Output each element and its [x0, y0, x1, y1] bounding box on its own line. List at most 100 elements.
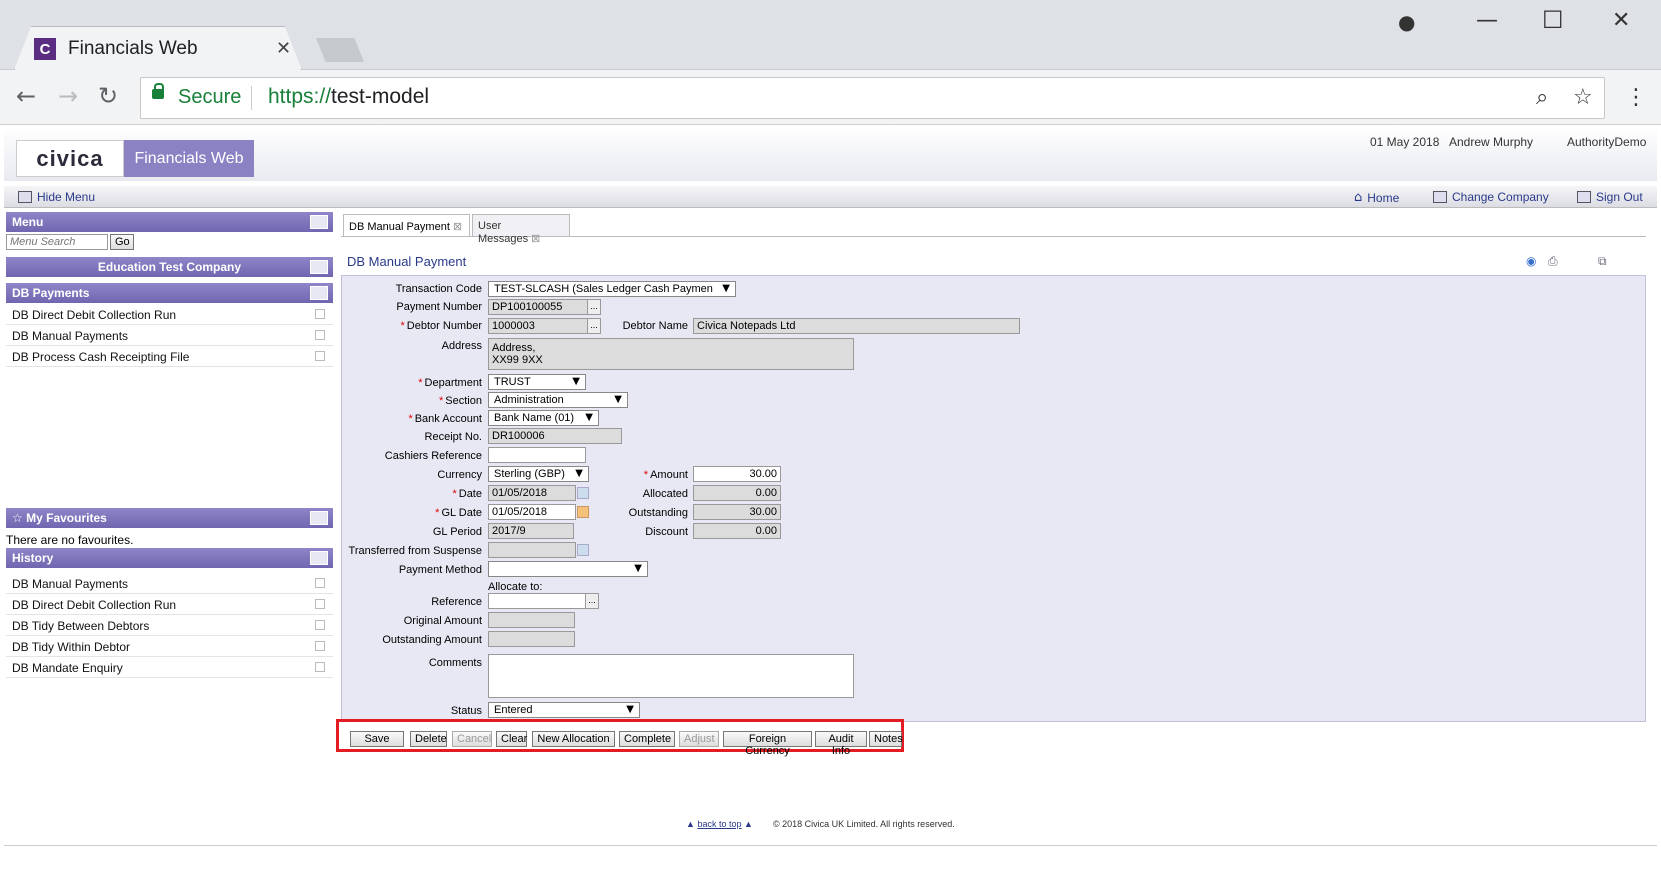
back-icon[interactable]: ←: [16, 82, 36, 110]
payment-method-select[interactable]: ▼: [488, 561, 648, 577]
change-company-link[interactable]: Change Company: [1433, 190, 1549, 204]
status-select[interactable]: Entered ▼: [488, 702, 640, 718]
open-external-icon[interactable]: [315, 599, 325, 609]
department-select[interactable]: TRUST ▼: [488, 374, 586, 390]
hide-menu-link[interactable]: Hide Menu: [18, 190, 95, 204]
date-field[interactable]: 01/05/2018: [488, 485, 576, 501]
calendar-icon[interactable]: [577, 544, 589, 556]
home-link[interactable]: ⌂ Home: [1354, 190, 1399, 205]
bank-account-select[interactable]: Bank Name (01) ▼: [488, 410, 599, 426]
gl-date-field[interactable]: 01/05/2018: [488, 504, 576, 520]
history-item[interactable]: DB Direct Debit Collection Run: [6, 594, 333, 615]
cancel-button[interactable]: Cancel: [452, 731, 492, 747]
save-button[interactable]: Save: [350, 731, 404, 747]
original-amount-label: Original Amount: [403, 615, 482, 627]
print-icon[interactable]: ⎙: [1548, 254, 1558, 269]
menu-item[interactable]: DB Manual Payments: [6, 325, 333, 346]
menu-item[interactable]: DB Direct Debit Collection Run: [6, 304, 333, 325]
outstanding-field[interactable]: 30.00: [693, 504, 781, 520]
history-collapse-icon[interactable]: [310, 551, 328, 565]
calendar-icon[interactable]: [577, 487, 589, 499]
sign-out-link[interactable]: Sign Out: [1577, 190, 1643, 204]
delete-button[interactable]: Delete: [410, 731, 447, 747]
allocated-field[interactable]: 0.00: [693, 485, 781, 501]
adjust-button[interactable]: Adjust: [679, 731, 719, 747]
open-external-icon[interactable]: [315, 641, 325, 651]
tab-db-manual-payment[interactable]: DB Manual Payment ⊠: [343, 214, 470, 236]
receipt-no-field[interactable]: DR100006: [488, 428, 622, 444]
currency-select[interactable]: Sterling (GBP) ▼: [488, 466, 589, 482]
menu-search-go-button[interactable]: Go: [110, 234, 134, 250]
help-icon[interactable]: ◉: [1526, 254, 1536, 268]
browser-menu-icon[interactable]: ⋮: [1625, 85, 1647, 110]
star-icon: ☆: [12, 511, 23, 525]
open-external-icon[interactable]: [315, 662, 325, 672]
zoom-icon[interactable]: ⌕: [1536, 85, 1548, 110]
section-select[interactable]: Administration ▼: [488, 392, 628, 408]
product-name: Financials Web: [124, 140, 254, 177]
dropdown-arrow-icon: ▼: [614, 394, 622, 405]
company-collapse-icon[interactable]: [310, 260, 328, 274]
bookmark-star-icon[interactable]: ☆: [1573, 85, 1593, 110]
menu-item[interactable]: DB Process Cash Receipting File: [6, 346, 333, 367]
payment-lookup-button[interactable]: ...: [587, 299, 601, 315]
amount-field[interactable]: 30.00: [693, 466, 781, 482]
complete-button[interactable]: Complete: [619, 731, 675, 747]
audit-info-button[interactable]: Audit Info: [815, 731, 867, 757]
back-to-top-link[interactable]: ▲ back to top ▲: [686, 819, 753, 829]
window-options-icon[interactable]: ⧉: [1598, 254, 1607, 269]
tab-close-icon[interactable]: ✕: [276, 38, 291, 59]
debtor-number-field[interactable]: 1000003: [488, 318, 588, 334]
reference-field[interactable]: [488, 593, 586, 609]
profile-icon[interactable]: ●: [1398, 10, 1415, 34]
close-tab-icon[interactable]: ⊠: [531, 233, 540, 245]
address-field[interactable]: Address, XX99 9XX: [488, 338, 854, 370]
new-allocation-button[interactable]: New Allocation: [532, 731, 615, 747]
reference-lookup-button[interactable]: ...: [585, 593, 599, 609]
building-icon: [1433, 191, 1447, 203]
debtor-name-label: Debtor Name: [622, 320, 688, 332]
open-external-icon[interactable]: [315, 309, 325, 319]
db-payments-title: DB Payments: [12, 286, 90, 300]
menu-search-input[interactable]: [6, 234, 108, 250]
payment-number-field[interactable]: DP100100055: [488, 299, 588, 315]
cashiers-reference-field[interactable]: [488, 447, 586, 463]
tab-user-messages[interactable]: User Messages ⊠: [472, 214, 570, 245]
url-text[interactable]: https://test-model: [268, 85, 429, 109]
notes-button[interactable]: Notes: [869, 731, 903, 747]
dropdown-arrow-icon: ▼: [585, 412, 593, 423]
foreign-currency-button[interactable]: Foreign Currency: [723, 731, 812, 757]
clear-button[interactable]: Clear: [496, 731, 527, 747]
open-external-icon[interactable]: [315, 351, 325, 361]
transaction-code-select[interactable]: TEST-SLCASH (Sales Ledger Cash Paymen ▼: [488, 281, 736, 297]
outstanding-amount-field[interactable]: [488, 631, 575, 647]
discount-field[interactable]: 0.00: [693, 523, 781, 539]
open-external-icon[interactable]: [315, 578, 325, 588]
original-amount-field[interactable]: [488, 612, 575, 628]
tab-title: Financials Web: [68, 38, 198, 59]
open-external-icon[interactable]: [315, 620, 325, 630]
minimize-icon[interactable]: —: [1476, 8, 1498, 33]
menu-collapse-icon[interactable]: [310, 215, 328, 229]
close-tab-icon[interactable]: ⊠: [453, 221, 462, 233]
debtor-name-field[interactable]: Civica Notepads Ltd: [693, 318, 1020, 334]
history-item[interactable]: DB Manual Payments: [6, 573, 333, 594]
debtor-lookup-button[interactable]: ...: [587, 318, 601, 334]
hide-menu-label: Hide Menu: [37, 190, 96, 204]
history-item[interactable]: DB Tidy Within Debtor: [6, 636, 333, 657]
comments-field[interactable]: [488, 654, 854, 698]
close-window-icon[interactable]: ✕: [1612, 8, 1630, 33]
favourites-collapse-icon[interactable]: [310, 511, 328, 525]
forward-icon[interactable]: →: [58, 82, 78, 110]
history-item[interactable]: DB Mandate Enquiry: [6, 657, 333, 678]
lock-icon: [152, 83, 164, 99]
open-external-icon[interactable]: [315, 330, 325, 340]
calendar-icon[interactable]: [577, 506, 589, 518]
history-item[interactable]: DB Tidy Between Debtors: [6, 615, 333, 636]
gl-period-field[interactable]: 2017/9: [488, 523, 574, 539]
transferred-field[interactable]: [488, 542, 576, 558]
reload-icon[interactable]: ↻: [98, 82, 118, 110]
db-payments-collapse-icon[interactable]: [310, 286, 328, 300]
comments-label: Comments: [428, 657, 482, 669]
maximize-icon[interactable]: ☐: [1542, 6, 1564, 34]
